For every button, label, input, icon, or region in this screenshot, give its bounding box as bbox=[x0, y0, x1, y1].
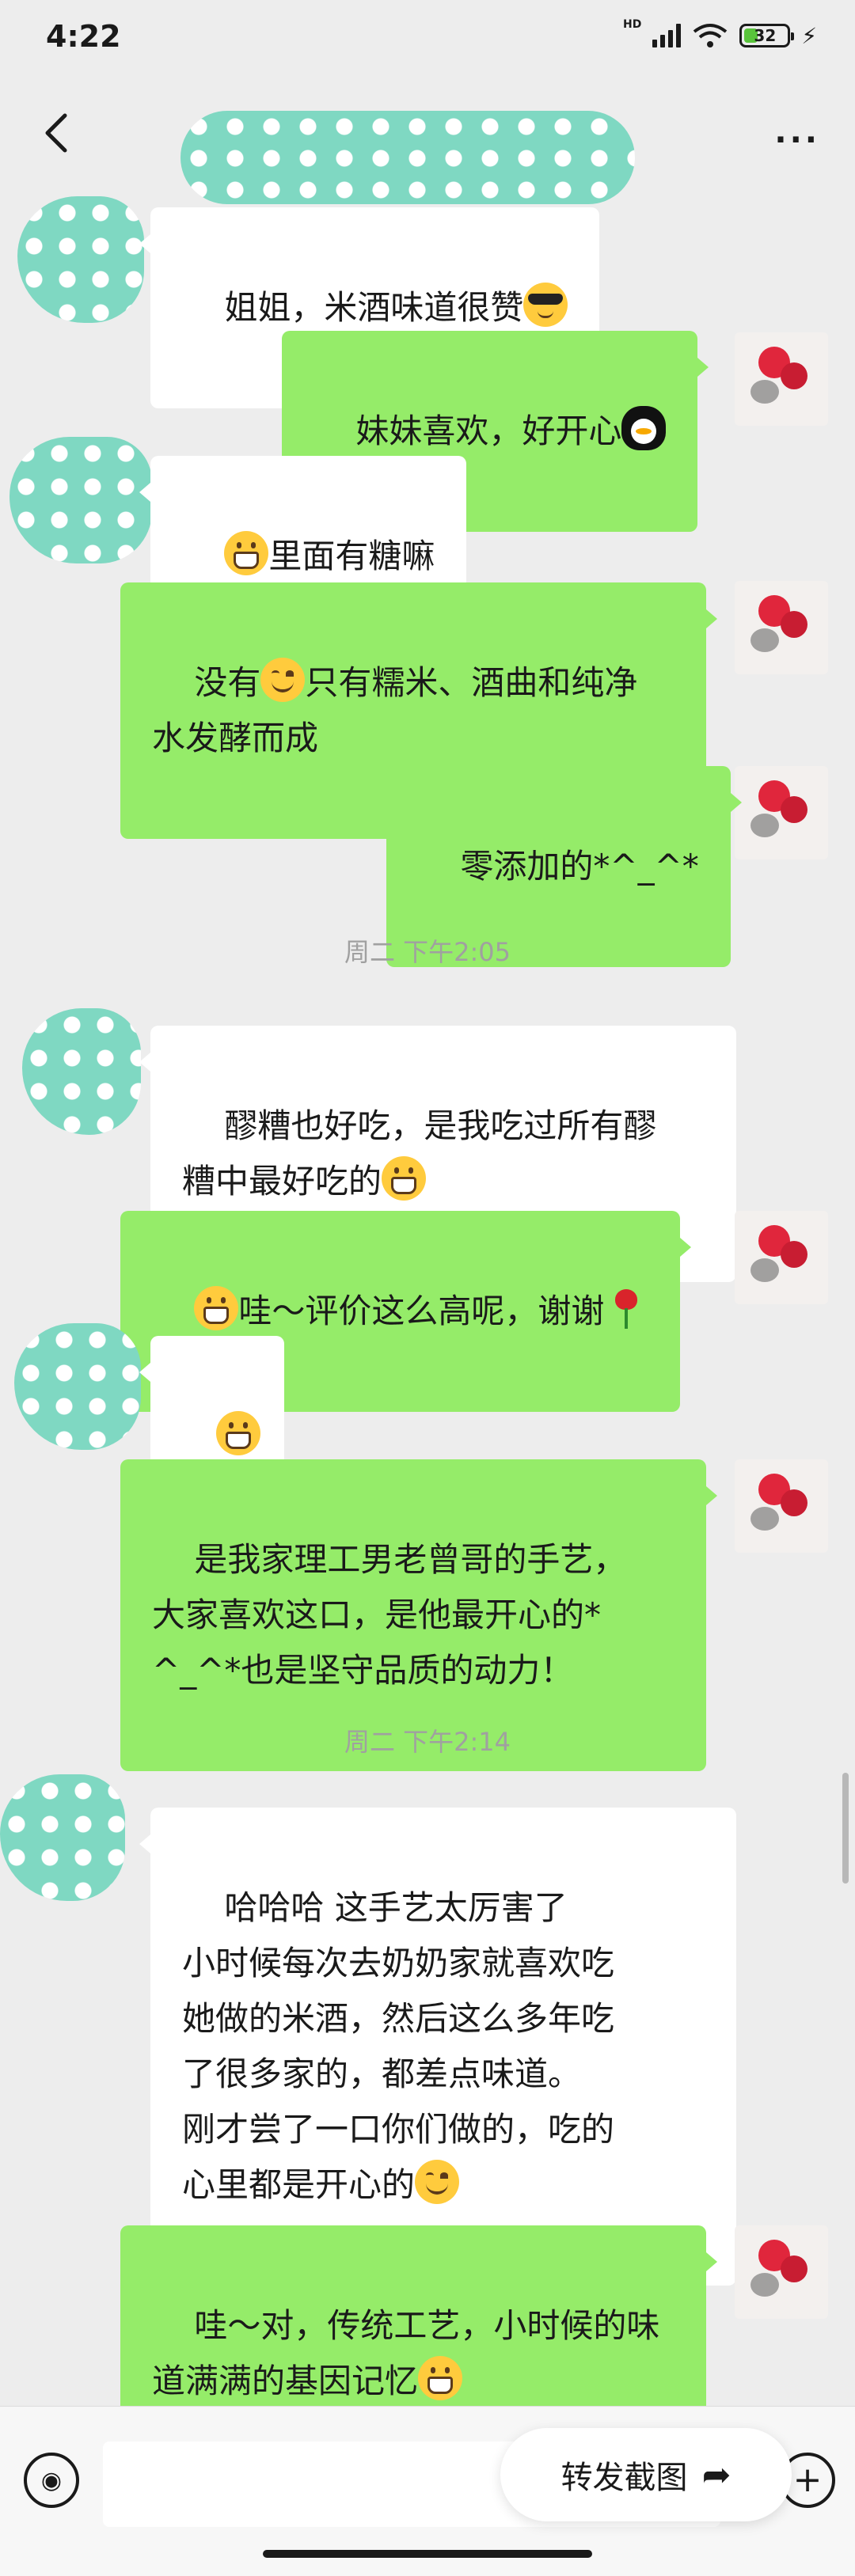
avatar[interactable] bbox=[17, 196, 144, 323]
chevron-left-icon[interactable] bbox=[35, 109, 82, 157]
charging-icon: ⚡ bbox=[801, 22, 817, 49]
more-icon[interactable]: ··· bbox=[774, 122, 820, 158]
network-label: HD bbox=[622, 18, 642, 31]
avatar[interactable] bbox=[10, 437, 152, 563]
message-text: 小时候每次去奶奶家就喜欢吃 bbox=[182, 1944, 615, 1982]
timestamp: 周二 下午2:14 bbox=[344, 1727, 511, 1757]
grin-emoji-icon bbox=[382, 1156, 427, 1201]
share-arrow-icon: ➦ bbox=[701, 2454, 732, 2495]
avatar[interactable] bbox=[14, 1323, 141, 1450]
message-text: 醪糟也好吃，是我吃过所有醪 bbox=[224, 1106, 657, 1145]
scrollbar[interactable] bbox=[842, 1773, 849, 1884]
message-text: 哇～对，传统工艺，小时候的味 bbox=[194, 2306, 660, 2345]
message-text: 她做的米酒，然后这么多年吃 bbox=[182, 1999, 615, 2038]
grin-emoji-icon bbox=[194, 1286, 239, 1330]
avatar[interactable] bbox=[735, 766, 828, 859]
message-text: 大家喜欢这口，是他最开心的* bbox=[152, 1595, 602, 1634]
chat-header: ··· bbox=[0, 76, 855, 204]
penguin-emoji-icon bbox=[621, 406, 667, 450]
status-bar: 4:22 HD 32 ⚡ bbox=[0, 0, 855, 76]
rose-emoji-icon bbox=[604, 1286, 648, 1330]
signal-icon bbox=[652, 24, 682, 47]
battery-level: 32 bbox=[754, 26, 777, 45]
message-text: ^_^*也是坚守品质的动力！ bbox=[152, 1651, 574, 1690]
message-text: 水发酵而成 bbox=[152, 719, 319, 757]
grin-emoji-icon bbox=[216, 1411, 261, 1455]
avatar[interactable] bbox=[735, 2225, 828, 2319]
avatar[interactable] bbox=[735, 581, 828, 674]
avatar[interactable] bbox=[0, 1774, 125, 1901]
message-text: 哈哈哈 这手艺太厉害了 bbox=[224, 1888, 568, 1927]
home-indicator[interactable] bbox=[263, 2550, 592, 2558]
message-text: 是我家理工男老曾哥的手艺， bbox=[194, 1540, 627, 1579]
wifi-icon bbox=[694, 24, 728, 47]
message-bubble[interactable]: 哈哈哈 这手艺太厉害了小时候每次去奶奶家就喜欢吃 她做的米酒，然后这么多年吃 了很多… bbox=[139, 1808, 736, 2286]
avatar[interactable] bbox=[22, 1008, 141, 1135]
forward-screenshot-button[interactable]: 转发截图 ➦ bbox=[500, 2428, 792, 2521]
grin-emoji-icon bbox=[224, 531, 269, 575]
avatar[interactable] bbox=[735, 1459, 828, 1553]
message-text: 了很多家的，都差点味道。 bbox=[182, 2054, 582, 2093]
message-text: 零添加的*^_^* bbox=[460, 847, 699, 886]
message-text: 道满满的基因记忆 bbox=[152, 2362, 419, 2400]
status-icons: HD 32 ⚡ bbox=[623, 18, 817, 49]
status-time: 4:22 bbox=[46, 19, 121, 54]
message-text: 姐姐，米酒味道很赞 bbox=[224, 288, 524, 327]
cool-emoji-icon bbox=[523, 283, 568, 327]
grin-emoji-icon bbox=[418, 2356, 463, 2400]
voice-icon[interactable]: ◉ bbox=[24, 2453, 79, 2508]
message-text: 妹妹喜欢，好开心 bbox=[355, 412, 622, 450]
chat-area[interactable]: 姐姐，米酒味道很赞 妹妹喜欢，好开心 里面有糖嘛 没有 只有糯米、酒曲和纯净水发酵… bbox=[0, 190, 855, 2482]
message-text: 心里都是开心的 bbox=[182, 2165, 416, 2204]
smile-emoji-icon bbox=[415, 2160, 460, 2204]
message-text: 刚才尝了一口你们做的，吃的 bbox=[182, 2110, 615, 2149]
timestamp: 周二 下午2:05 bbox=[344, 937, 511, 967]
battery-icon: 32 bbox=[739, 24, 795, 47]
message-text: 哇～评价这么高呢，谢谢 bbox=[238, 1292, 605, 1330]
avatar[interactable] bbox=[735, 1211, 828, 1304]
avatar[interactable] bbox=[735, 332, 828, 426]
forward-label: 转发截图 bbox=[560, 2460, 688, 2496]
message-text: 里面有糖嘛 bbox=[268, 537, 435, 575]
smile-emoji-icon bbox=[260, 658, 306, 702]
message-text: 没有 bbox=[194, 663, 261, 702]
message-text: 只有糯米、酒曲和纯净 bbox=[305, 663, 638, 702]
message-text: 糟中最好吃的 bbox=[182, 1162, 382, 1201]
